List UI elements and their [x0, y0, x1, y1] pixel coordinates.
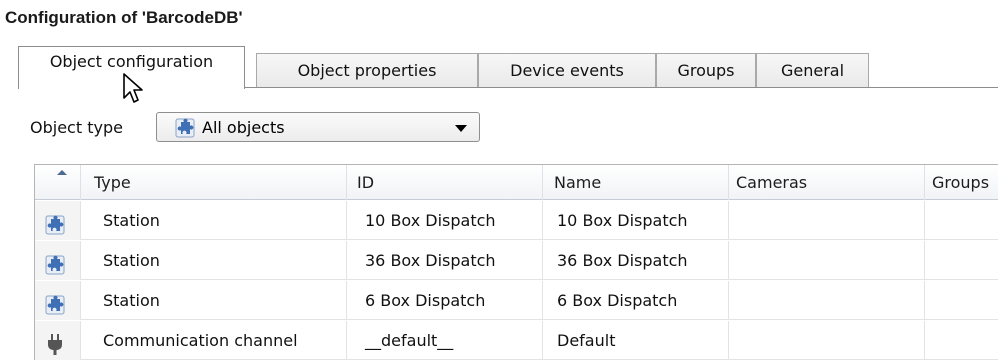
row-icon-cell — [35, 201, 81, 240]
cell-id: __default__ — [347, 321, 543, 360]
table-row[interactable]: Station 10 Box Dispatch 10 Box Dispatch — [35, 201, 998, 240]
cell-name: 36 Box Dispatch — [543, 241, 729, 280]
object-type-label: Object type — [30, 118, 123, 137]
column-header-name[interactable]: Name — [543, 165, 729, 200]
plug-icon — [45, 330, 65, 360]
table-row[interactable]: Station 36 Box Dispatch 36 Box Dispatch — [35, 241, 998, 280]
column-header-id[interactable]: ID — [347, 165, 543, 200]
table-row[interactable]: Station 6 Box Dispatch 6 Box Dispatch — [35, 281, 998, 320]
cell-cameras — [729, 201, 925, 240]
objects-table: Type ID Name Cameras Groups Station 10 B… — [34, 164, 998, 360]
cell-groups — [925, 201, 998, 240]
cell-id: 6 Box Dispatch — [347, 281, 543, 320]
puzzle-piece-icon — [175, 118, 195, 142]
cell-cameras — [729, 281, 925, 320]
row-icon-cell — [35, 281, 81, 320]
object-type-selected-value: All objects — [202, 118, 285, 137]
sort-ascending-icon — [57, 170, 67, 175]
puzzle-piece-icon — [45, 290, 65, 320]
tab-object-properties[interactable]: Object properties — [256, 53, 478, 88]
column-header-selector[interactable] — [35, 165, 81, 200]
cell-groups — [925, 321, 998, 360]
puzzle-piece-icon — [45, 210, 65, 240]
object-type-dropdown[interactable]: All objects — [156, 112, 480, 142]
cell-name: 10 Box Dispatch — [543, 201, 729, 240]
tab-strip: Object configuration Object properties D… — [0, 42, 998, 89]
cell-groups — [925, 241, 998, 280]
tab-device-events[interactable]: Device events — [478, 53, 656, 88]
column-header-groups[interactable]: Groups — [925, 165, 998, 200]
table-row[interactable]: Communication channel __default__ Defaul… — [35, 321, 998, 360]
cell-id: 10 Box Dispatch — [347, 201, 543, 240]
row-icon-cell — [35, 321, 81, 360]
cell-type: Station — [81, 241, 347, 280]
chevron-down-icon[interactable] — [455, 125, 467, 132]
table-header: Type ID Name Cameras Groups — [35, 165, 998, 200]
cell-cameras — [729, 241, 925, 280]
tab-general[interactable]: General — [756, 53, 869, 88]
row-icon-cell — [35, 241, 81, 280]
window-title: Configuration of 'BarcodeDB' — [5, 8, 243, 27]
cell-type: Station — [81, 201, 347, 240]
cell-type: Station — [81, 281, 347, 320]
cell-name: 6 Box Dispatch — [543, 281, 729, 320]
cell-name: Default — [543, 321, 729, 360]
cell-id: 36 Box Dispatch — [347, 241, 543, 280]
cell-groups — [925, 281, 998, 320]
column-header-cameras[interactable]: Cameras — [729, 165, 925, 200]
cell-type: Communication channel — [81, 321, 347, 360]
tab-groups[interactable]: Groups — [656, 53, 756, 88]
puzzle-piece-icon — [45, 250, 65, 280]
cell-cameras — [729, 321, 925, 360]
column-header-type[interactable]: Type — [81, 165, 347, 200]
mouse-pointer-icon — [123, 73, 143, 103]
